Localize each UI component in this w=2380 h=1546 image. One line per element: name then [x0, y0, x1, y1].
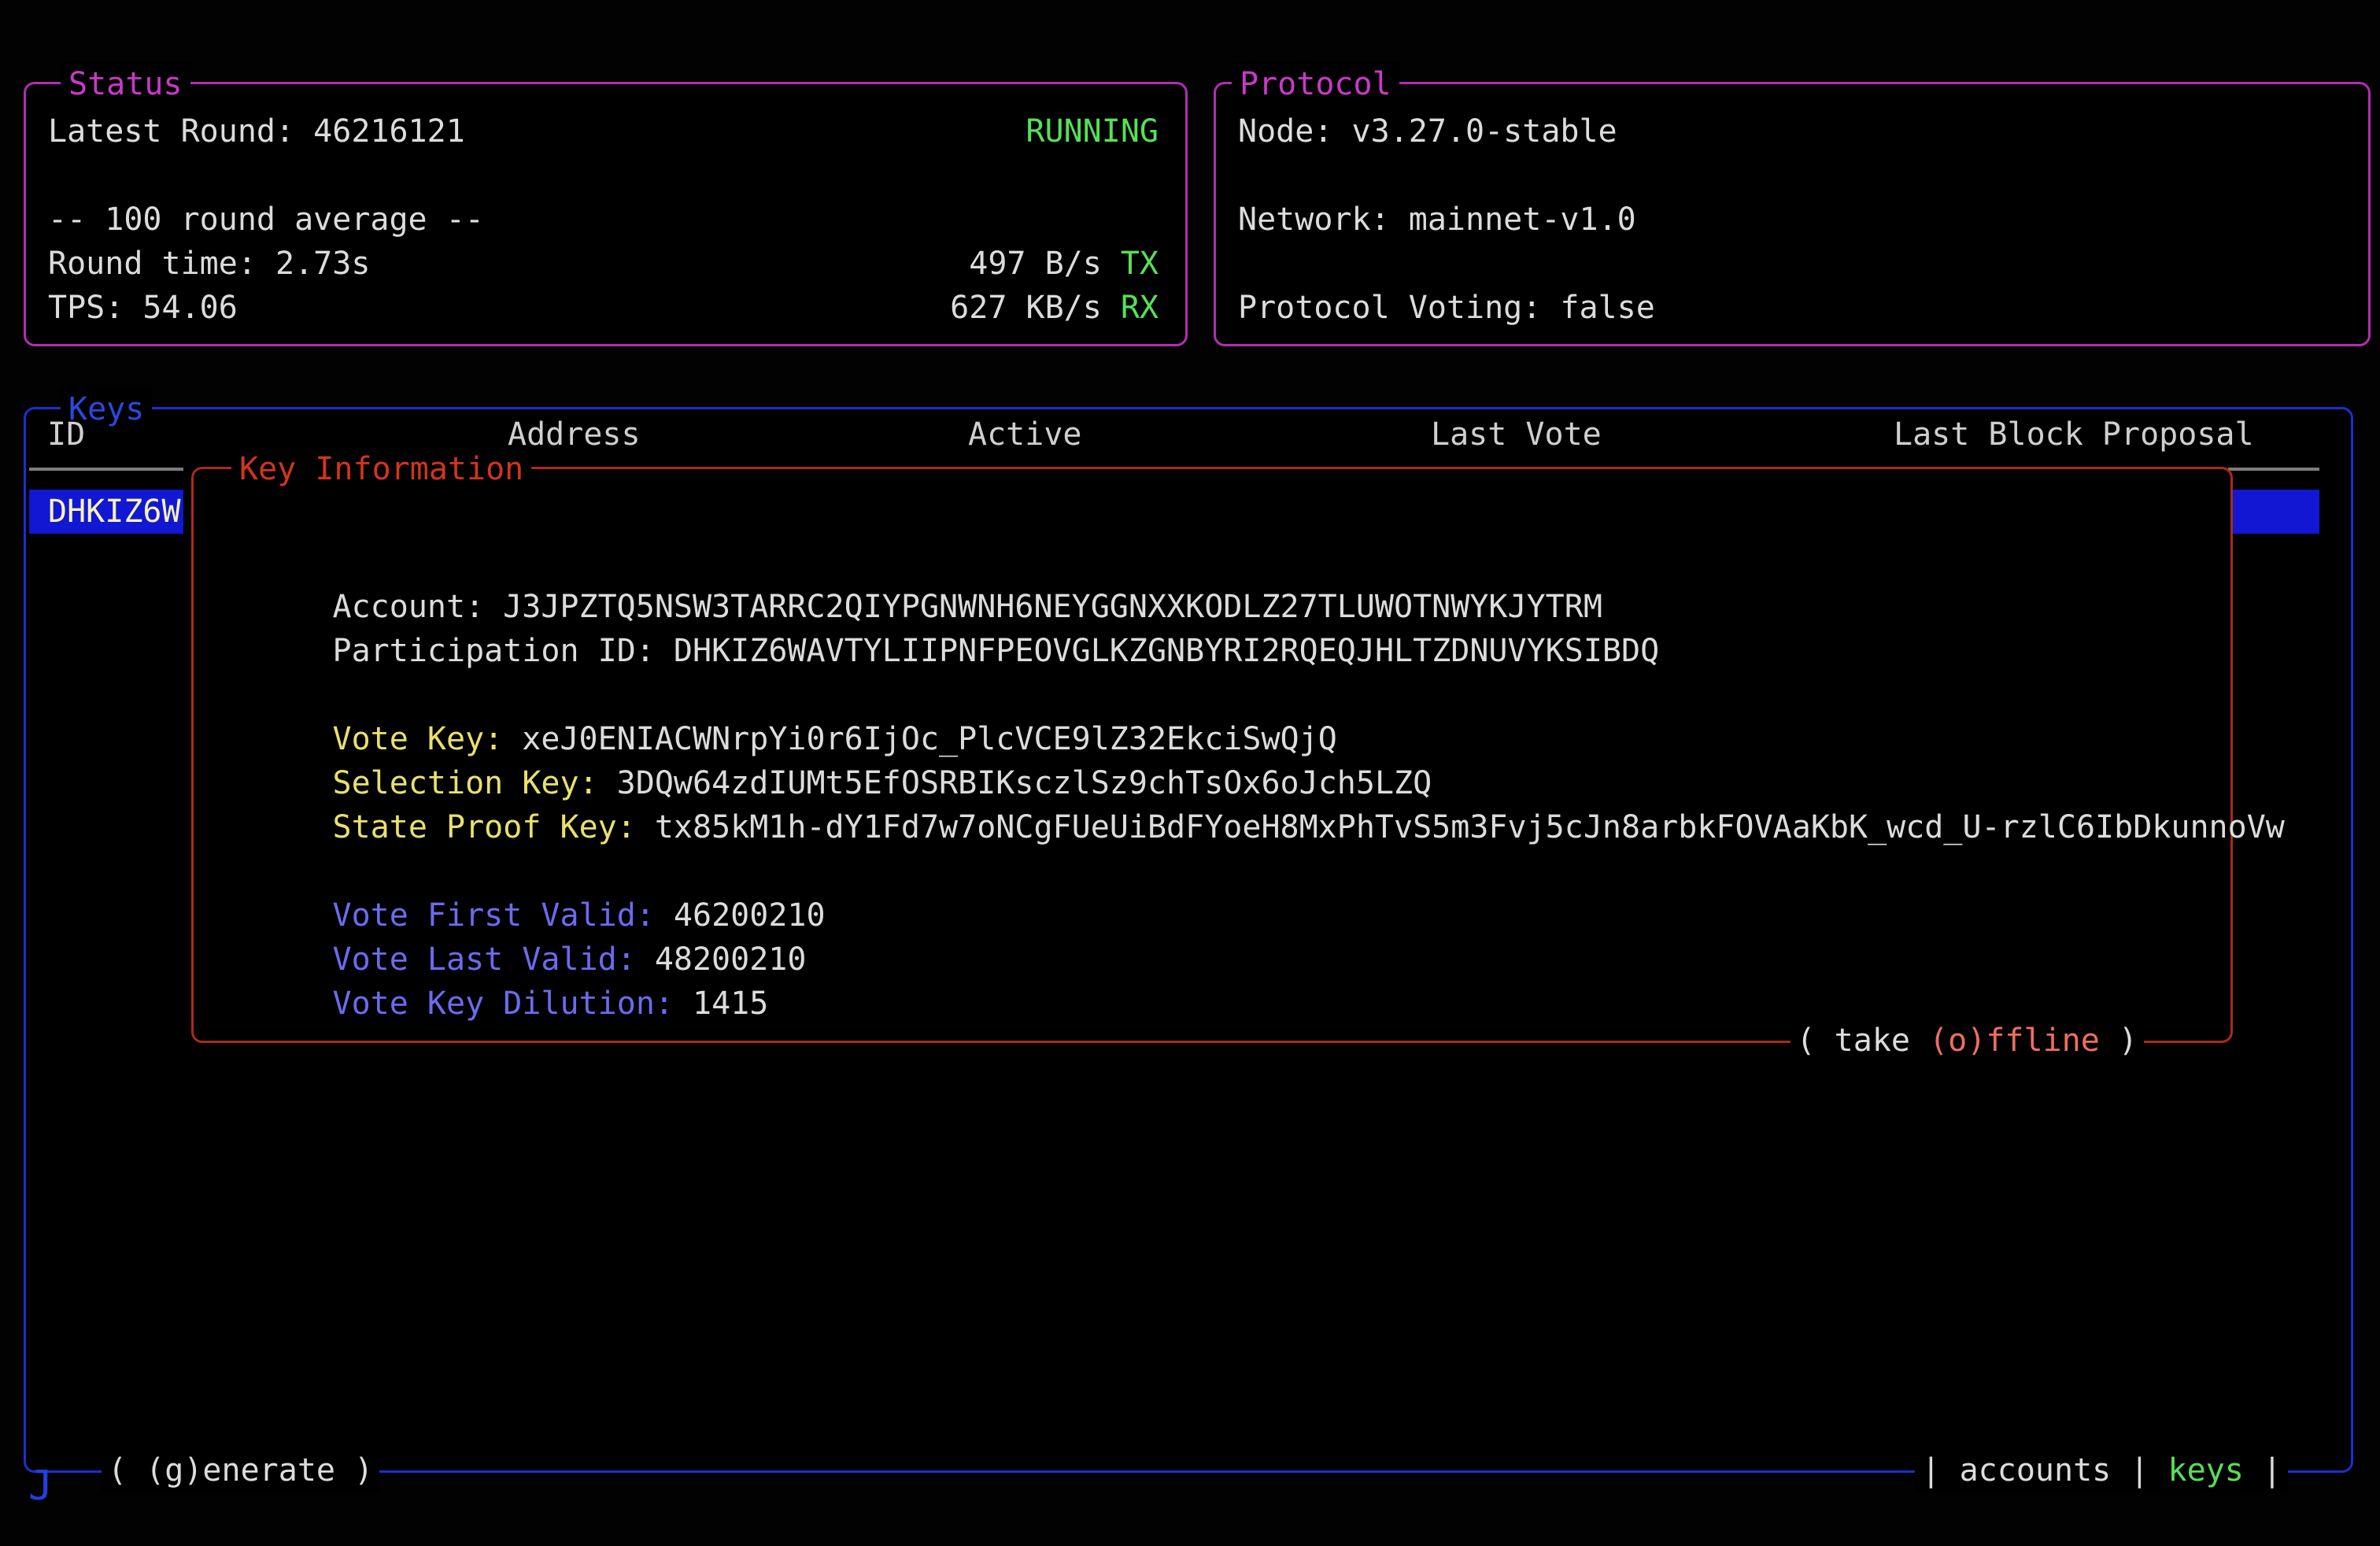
table-row-selected-right-fragment — [2228, 490, 2319, 534]
selected-key-id[interactable]: DHKIZ6W — [48, 490, 181, 534]
table-row-selected[interactable]: DHKIZ6W — [29, 490, 183, 534]
network-row: Network: mainnet-v1.0 — [1238, 198, 2341, 242]
vote-first-valid-row: Vote First Valid:46200210 — [219, 849, 2205, 893]
col-header-last-vote: Last Vote — [1431, 412, 1602, 457]
tx-rate-value: 497 B/s — [969, 246, 1102, 282]
tab-close-pipe: | — [2244, 1452, 2282, 1489]
vote-key-row: Vote Key:xeJ0ENIACWNrpYi0r6IjOc_PlcVCE9l… — [219, 673, 2205, 717]
tab-separator-pipe: | — [2111, 1452, 2168, 1489]
tx-rate: 497 B/s TX — [969, 242, 1159, 286]
take-offline-open: ( take — [1797, 1023, 1930, 1059]
node-version: Node: v3.27.0-stable — [1238, 109, 1617, 153]
border-corner-artifact: J — [28, 1464, 53, 1508]
vote-key-dilution-value: 1415 — [693, 986, 768, 1022]
node-version-row: Node: v3.27.0-stable — [1238, 109, 2341, 153]
account-row: Account:J3JPZTQ5NSW3TARRC2QIYPGNWNH6NEYG… — [219, 541, 2205, 585]
tps-value: TPS: 54.06 — [48, 286, 238, 330]
vote-last-valid-row: Vote Last Valid:48200210 — [219, 893, 2205, 938]
col-header-last-block-proposal: Last Block Proposal — [1894, 412, 2254, 457]
view-tabs: | accounts | keys | — [1915, 1448, 2288, 1492]
key-information-panel: Key Information Account:J3JPZTQ5NSW3TARR… — [191, 467, 2233, 1043]
header-separator-right — [2228, 468, 2319, 471]
tab-accounts[interactable]: accounts — [1960, 1452, 2112, 1489]
participation-id-row: Participation ID:DHKIZ6WAVTYLIIPNFPEOVGL… — [219, 585, 2205, 629]
col-header-id: ID — [47, 412, 85, 457]
round-time-row: Round time: 2.73s 497 B/s TX — [48, 242, 1159, 286]
terminal-screen: Status Latest Round: 46216121 RUNNING --… — [0, 0, 2380, 1546]
protocol-panel: Protocol Node: v3.27.0-stable Network: m… — [1214, 82, 2371, 346]
latest-round-row: Latest Round: 46216121 RUNNING — [48, 109, 1159, 153]
vote-key-dilution-row: Vote Key Dilution:1415 — [219, 938, 2205, 982]
state-proof-key-row: State Proof Key:tx85kM1h-dY1Fd7w7oNCgFUe… — [219, 761, 2205, 805]
take-offline-close: ) — [2100, 1023, 2138, 1059]
key-information-title: Key Information — [231, 447, 531, 491]
tab-keys[interactable]: keys — [2168, 1452, 2244, 1489]
protocol-panel-title: Protocol — [1232, 62, 1399, 106]
round-time-value: Round time: 2.73s — [48, 242, 370, 286]
latest-round-value: Latest Round: 46216121 — [48, 109, 465, 153]
tps-row: TPS: 54.06 627 KB/s RX — [48, 286, 1159, 330]
participation-id-label: Participation ID: — [333, 633, 655, 669]
col-header-active: Active — [968, 412, 1082, 457]
vote-key-dilution-label: Vote Key Dilution: — [333, 986, 674, 1022]
rx-rate-value: 627 KB/s — [950, 290, 1102, 326]
participation-id-value: DHKIZ6WAVTYLIIPNFPEOVGLKZGNBYRI2RQEQJHLT… — [674, 633, 1659, 669]
tab-open-pipe: | — [1921, 1452, 1959, 1489]
take-offline-button[interactable]: ( take (o)ffline ) — [1791, 1019, 2145, 1063]
protocol-voting-row: Protocol Voting: false — [1238, 286, 2341, 330]
state-proof-key-value: tx85kM1h-dY1Fd7w7oNCgFUeUiBdFYoeH8MxPhTv… — [655, 809, 2285, 845]
selection-key-row: Selection Key:3DQw64zdIUMt5EfOSRBIKsczlS… — [219, 717, 2205, 761]
round-average-header-row: -- 100 round average -- — [48, 198, 1159, 242]
rx-rate-label: RX — [1121, 290, 1159, 326]
protocol-voting: Protocol Voting: false — [1238, 286, 1655, 330]
tx-rate-label: TX — [1121, 246, 1159, 282]
rx-rate: 627 KB/s RX — [950, 286, 1159, 330]
header-separator-left — [29, 468, 183, 471]
take-offline-accel: (o)ffline — [1929, 1023, 2100, 1059]
status-panel-title: Status — [61, 62, 190, 106]
state-proof-key-label: State Proof Key: — [333, 809, 636, 845]
generate-button[interactable]: ( (g)enerate ) — [102, 1448, 379, 1492]
network-name: Network: mainnet-v1.0 — [1238, 198, 1636, 242]
round-average-header: -- 100 round average -- — [48, 198, 484, 242]
status-panel: Status Latest Round: 46216121 RUNNING --… — [24, 82, 1188, 346]
node-state-badge: RUNNING — [1026, 109, 1159, 153]
